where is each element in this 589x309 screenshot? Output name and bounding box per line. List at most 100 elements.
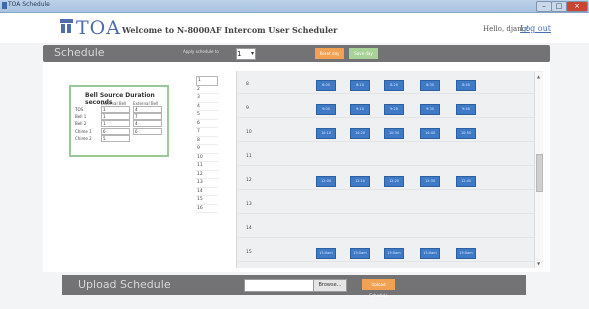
hour-list-item[interactable]: 2 xyxy=(196,86,218,94)
grid-hour-label: 14 xyxy=(246,226,252,231)
bell-duration-input[interactable]: 1 xyxy=(101,113,130,121)
grid-scrollbar[interactable]: ▲ ▼ xyxy=(534,72,543,268)
time-slot-button[interactable]: 9:30 xyxy=(420,104,440,115)
hour-list-item[interactable]: 15 xyxy=(196,196,218,205)
time-slot-button[interactable]: 8:20 xyxy=(384,80,404,91)
time-grid xyxy=(236,71,543,268)
bell-row-label: Chime 2 xyxy=(75,135,92,141)
grid-hour-label: 15 xyxy=(246,250,252,255)
bell-row-label: Bell 2 xyxy=(75,121,87,127)
hour-list-item[interactable]: 5 xyxy=(196,111,218,120)
time-slot-button[interactable]: 10:20 xyxy=(350,128,370,139)
hour-list-item[interactable]: 9 xyxy=(196,145,218,154)
bell-duration-input[interactable]: 6 xyxy=(133,127,162,135)
hour-list-item[interactable]: 16 xyxy=(196,205,218,213)
hour-list-item[interactable]: 1 xyxy=(196,76,218,86)
bell-row-label: TOS xyxy=(75,107,84,112)
upload-schedule-button[interactable]: Upload Schedule xyxy=(362,279,395,298)
upload-title: Upload Schedule xyxy=(78,278,171,291)
time-slot-button[interactable]: 15:0am xyxy=(420,248,440,259)
schedule-title: Schedule xyxy=(54,46,105,59)
hour-list-item[interactable]: 12 xyxy=(196,171,218,179)
time-slot-button[interactable]: 12:10 xyxy=(350,176,370,187)
hour-list: 1 2 3 4 5 6 7 8 9 10 11 12 13 14 15 16 xyxy=(196,76,218,213)
grid-hour-label: 10 xyxy=(246,130,252,135)
bell-duration-input[interactable]: 1 xyxy=(101,120,130,128)
chevron-down-icon: ▾ xyxy=(250,50,254,57)
app-icon xyxy=(2,2,7,9)
maximize-button[interactable]: □ xyxy=(551,1,567,12)
hour-list-item[interactable]: 4 xyxy=(196,103,218,111)
bell-duration-input[interactable]: 6 xyxy=(101,127,130,135)
time-slot-button[interactable]: 12:00 xyxy=(316,176,336,187)
grid-hour-label: 12 xyxy=(246,178,252,183)
file-path-input[interactable] xyxy=(244,279,314,292)
bell-row-label: Bell 1 xyxy=(75,114,87,120)
hour-list-item[interactable]: 6 xyxy=(196,120,218,128)
close-button[interactable]: × xyxy=(566,1,588,12)
time-slot-button[interactable]: 8:00 xyxy=(316,80,336,91)
upload-bar: Upload Schedule Browse... Upload Schedul… xyxy=(62,275,526,298)
copy-select-value: 1 xyxy=(237,50,242,58)
hour-list-item[interactable]: 13 xyxy=(196,179,218,188)
logout-link[interactable]: Log out xyxy=(520,24,551,33)
time-slot-button[interactable]: 12:20 xyxy=(384,176,404,187)
copy-select[interactable]: 1 ▾ xyxy=(236,48,256,60)
scroll-up-icon[interactable]: ▲ xyxy=(537,74,540,79)
bell-duration-input[interactable]: 4 xyxy=(133,120,162,128)
time-slot-button[interactable]: 10:10 xyxy=(316,128,336,139)
hour-list-item[interactable]: 14 xyxy=(196,188,218,196)
bell-duration-input[interactable]: 7 xyxy=(133,113,162,121)
reset-day-button[interactable]: Reset day xyxy=(315,48,344,59)
window-titlebar: TOA Schedule – □ × xyxy=(0,0,589,13)
welcome-text: Welcome to N-8000AF Intercom User Schedu… xyxy=(122,25,338,35)
bell-row-label: Chime 1 xyxy=(75,128,92,134)
time-slot-button[interactable]: 10:40 xyxy=(420,128,440,139)
grid-row-divider xyxy=(236,141,542,142)
grid-hour-label: 11 xyxy=(246,154,252,159)
browse-button[interactable]: Browse... xyxy=(313,279,347,292)
time-slot-button[interactable]: 8:40 xyxy=(456,80,476,91)
toa-logo-icon xyxy=(60,19,73,33)
window-title: TOA Schedule xyxy=(8,1,50,8)
grid-hour-label: 9 xyxy=(246,106,249,111)
time-slot-button[interactable]: 9:40 xyxy=(456,104,476,115)
hour-list-item[interactable]: 7 xyxy=(196,128,218,137)
bell-duration-input[interactable]: 5 xyxy=(101,134,130,142)
bell-duration-input[interactable]: 4 xyxy=(133,106,162,113)
hour-list-item[interactable]: 10 xyxy=(196,154,218,162)
time-slot-button[interactable]: 15:0am xyxy=(316,248,336,259)
schedule-bar: Schedule Apply schedule to 1 ▾ Reset day … xyxy=(43,45,550,62)
minimize-button[interactable]: – xyxy=(536,1,552,12)
grid-row-divider xyxy=(236,237,542,238)
scroll-down-icon[interactable]: ▼ xyxy=(537,261,540,266)
bell-duration-input[interactable]: 1 xyxy=(101,106,130,113)
time-slot-button[interactable]: 9:00 xyxy=(316,104,336,115)
grid-row-divider xyxy=(236,93,542,94)
copy-label: Apply schedule to xyxy=(183,49,219,54)
grid-row-divider xyxy=(236,261,542,262)
time-slot-button[interactable]: 10:30 xyxy=(384,128,404,139)
time-slot-button[interactable]: 8:30 xyxy=(420,80,440,91)
hour-list-item[interactable]: 3 xyxy=(196,94,218,103)
hour-list-item[interactable]: 11 xyxy=(196,162,218,171)
grid-row-divider xyxy=(236,165,542,166)
time-slot-button[interactable]: 15:0am xyxy=(350,248,370,259)
hour-list-item[interactable]: 8 xyxy=(196,137,218,145)
bell-duration-panel: Bell Source Duration seconds External Be… xyxy=(69,85,169,157)
grid-row-divider xyxy=(236,189,542,190)
time-slot-button[interactable]: 15:0am xyxy=(384,248,404,259)
time-slot-button[interactable]: 15:0am xyxy=(456,248,476,259)
time-slot-button[interactable]: 8:10 xyxy=(350,80,370,91)
time-slot-button[interactable]: 12:40 xyxy=(456,176,476,187)
grid-hour-label: 13 xyxy=(246,202,252,207)
app-window: TOA Schedule – □ × TOA Welcome to N-8000… xyxy=(0,0,589,309)
brand-logo: TOA xyxy=(76,17,121,39)
time-slot-button[interactable]: 12:30 xyxy=(420,176,440,187)
time-slot-button[interactable]: 9:10 xyxy=(350,104,370,115)
time-slot-button[interactable]: 10:50 xyxy=(456,128,476,139)
time-slot-button[interactable]: 9:20 xyxy=(384,104,404,115)
grid-row-divider xyxy=(236,117,542,118)
scroll-thumb[interactable] xyxy=(536,154,543,192)
save-day-button[interactable]: Save day xyxy=(349,48,378,59)
